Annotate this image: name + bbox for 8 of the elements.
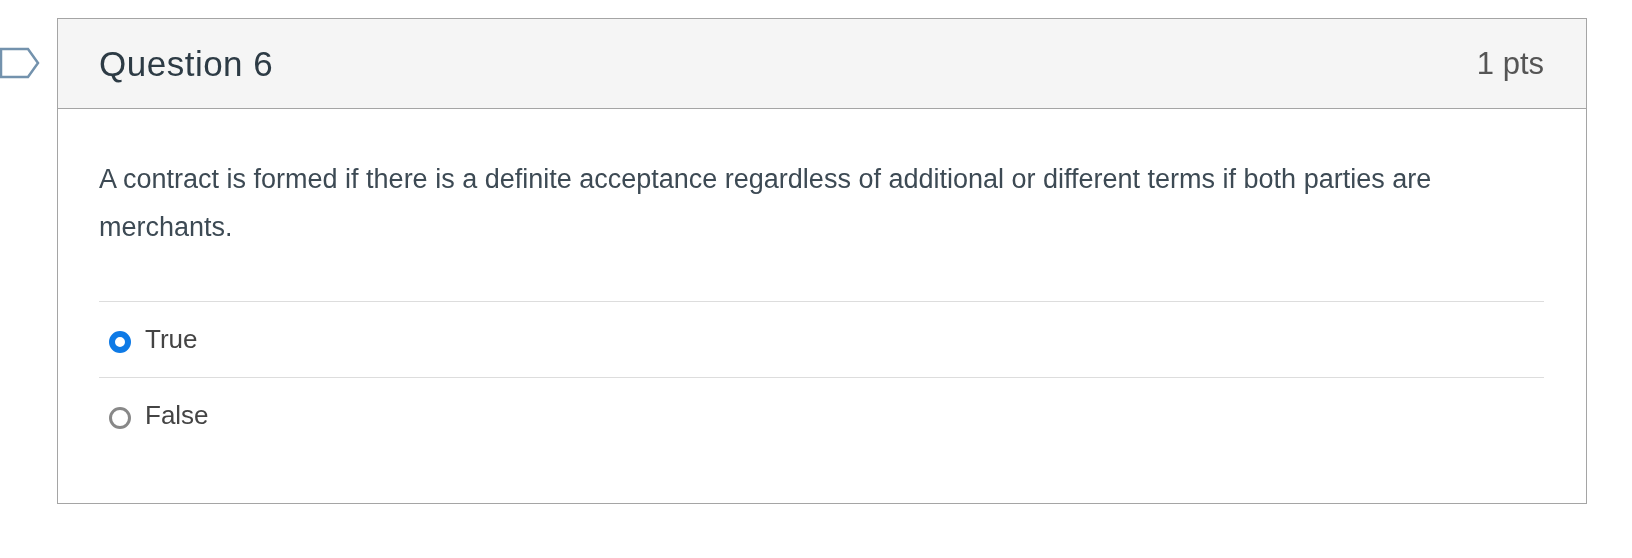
answer-label[interactable]: True: [145, 324, 198, 355]
radio-button[interactable]: [109, 406, 131, 429]
question-title: Question 6: [99, 43, 274, 84]
bookmark-icon[interactable]: [0, 47, 40, 79]
answer-label[interactable]: False: [145, 400, 209, 431]
radio-button[interactable]: [109, 330, 131, 353]
points-label: 1 pts: [1476, 45, 1544, 82]
question-text: A contract is formed if there is a definite acceptance regardless of additional or different terms if both parties are merchants.: [99, 163, 1433, 244]
